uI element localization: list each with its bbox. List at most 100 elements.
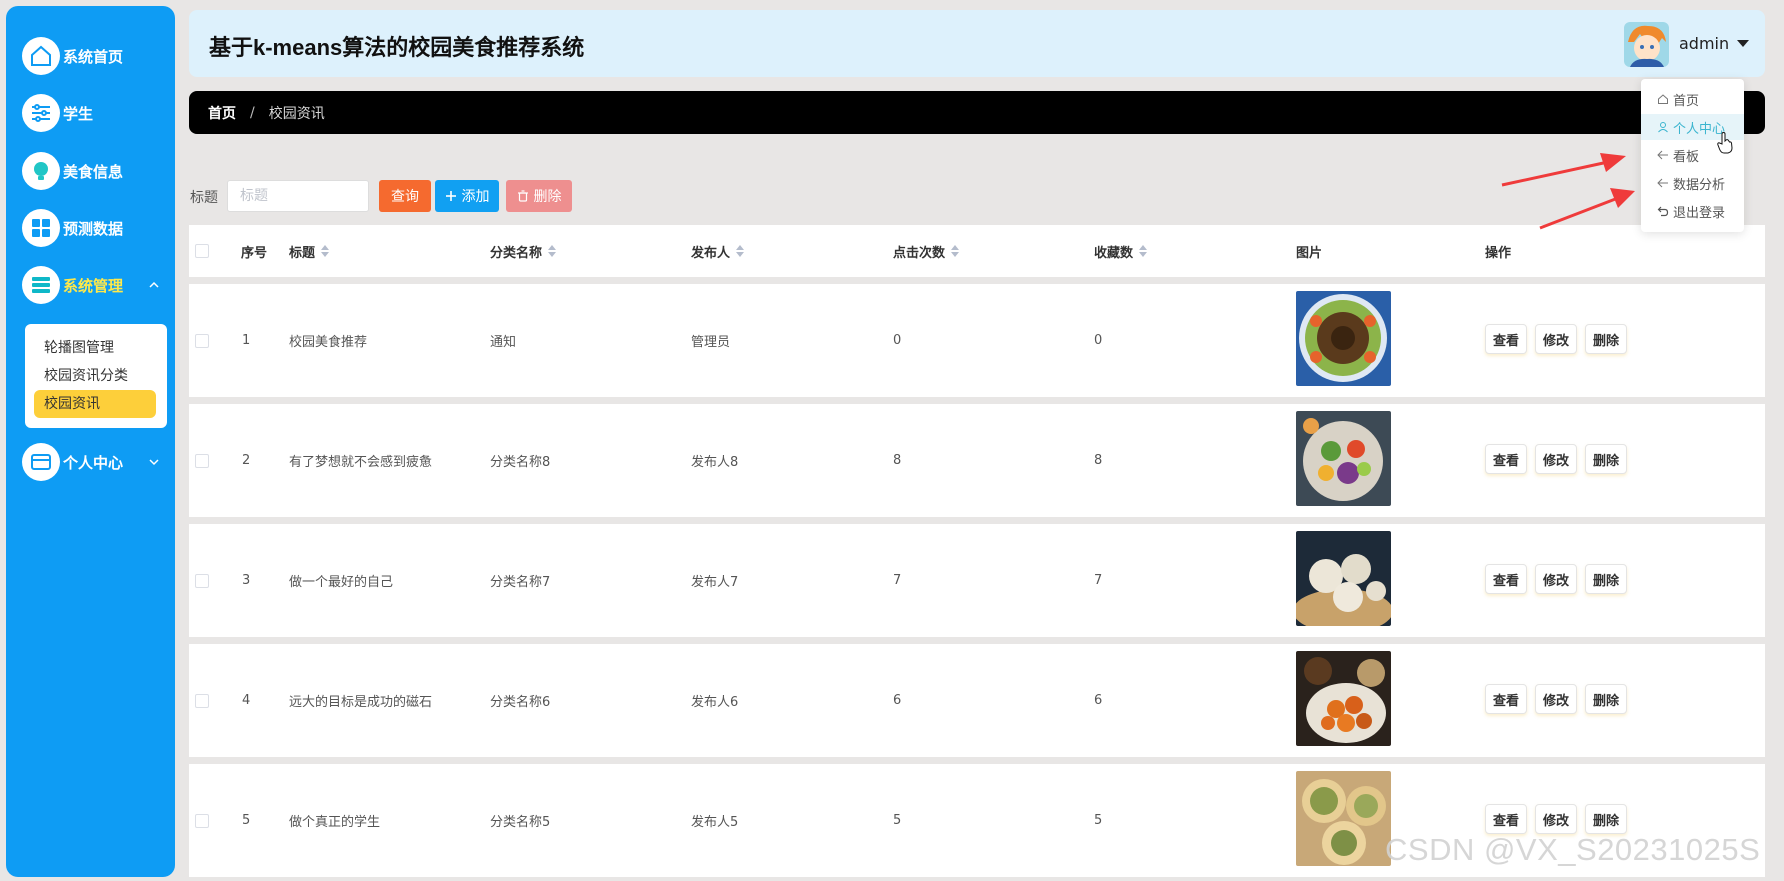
view-button[interactable]: 查看	[1485, 324, 1528, 354]
sort-icon	[736, 245, 745, 257]
column-header-title-sort[interactable]: 标题	[289, 225, 330, 277]
cell-favorites: 8	[1094, 453, 1103, 468]
row-checkbox[interactable]	[195, 573, 209, 588]
hand-cursor-icon	[1717, 132, 1733, 154]
column-header-image: 图片	[1296, 245, 1323, 261]
cell-clicks: 0	[893, 333, 902, 348]
search-input[interactable]	[227, 180, 369, 212]
breadcrumb-separator: /	[250, 104, 255, 121]
table-row: 1 校园美食推荐 通知 管理员 0 0 查看 修改 删除	[189, 284, 1765, 397]
submenu-item-news[interactable]: 校园资讯	[34, 390, 156, 418]
column-header-publisher-sort[interactable]: 发布人	[691, 225, 745, 277]
row-checkbox[interactable]	[195, 693, 209, 708]
column-header-clicks-sort[interactable]: 点击次数	[893, 225, 960, 277]
column-header-favorites-sort[interactable]: 收藏数	[1094, 225, 1148, 277]
sort-icon	[1139, 245, 1148, 257]
delete-button[interactable]: 删除	[1585, 684, 1628, 714]
sidebar-item-home[interactable]: 系统首页	[22, 36, 172, 76]
sidebar-item-label: 系统管理	[63, 276, 124, 295]
delete-button[interactable]: 删除	[1585, 804, 1628, 834]
view-button[interactable]: 查看	[1485, 564, 1528, 594]
batch-delete-button[interactable]: 删除	[506, 180, 572, 212]
sidebar-item-system-management[interactable]: 系统管理	[22, 265, 172, 305]
delete-button[interactable]: 删除	[1585, 564, 1628, 594]
trash-icon	[517, 190, 528, 202]
view-button[interactable]: 查看	[1485, 804, 1528, 834]
column-header-clicks: 点击次数	[893, 245, 946, 261]
edit-button[interactable]: 修改	[1535, 564, 1578, 594]
logout-icon	[1657, 206, 1669, 217]
food-image	[1296, 291, 1391, 386]
username: admin	[1679, 34, 1730, 53]
delete-button-label: 删除	[533, 189, 562, 205]
view-button[interactable]: 查看	[1485, 444, 1528, 474]
view-button[interactable]: 查看	[1485, 684, 1528, 714]
dropdown-item-label: 数据分析	[1673, 177, 1726, 193]
cell-title: 校园美食推荐	[289, 335, 368, 350]
edit-button[interactable]: 修改	[1535, 804, 1578, 834]
sidebar-item-label: 预测数据	[63, 219, 124, 238]
sliders-icon	[22, 94, 60, 132]
dropdown-item-logout[interactable]: 退出登录	[1641, 198, 1744, 224]
sidebar-item-label: 个人中心	[63, 453, 124, 472]
cell-favorites: 0	[1094, 333, 1103, 348]
edit-button[interactable]: 修改	[1535, 684, 1578, 714]
column-header-actions: 操作	[1485, 245, 1512, 261]
sidebar-item-students[interactable]: 学生	[22, 93, 172, 133]
table-row: 3 做一个最好的自己 分类名称7 发布人7 7 7 查看 修改 删除	[189, 524, 1765, 637]
home-icon	[22, 37, 60, 75]
user-icon	[1658, 122, 1668, 133]
dropdown-item-data-analysis[interactable]: 数据分析	[1641, 170, 1744, 196]
cell-favorites: 7	[1094, 573, 1103, 588]
column-header-favorites: 收藏数	[1094, 245, 1134, 261]
cell-category: 通知	[490, 335, 517, 350]
select-all-checkbox[interactable]	[195, 244, 209, 258]
avatar[interactable]	[1624, 22, 1669, 67]
cell-title: 做一个最好的自己	[289, 575, 394, 590]
sidebar-item-profile[interactable]: 个人中心	[22, 442, 172, 482]
bulb-icon	[22, 152, 60, 190]
card-icon	[22, 443, 60, 481]
sidebar-item-label: 美食信息	[63, 162, 124, 181]
sort-icon	[321, 245, 330, 257]
header: 基于k-means算法的校园美食推荐系统 admin	[189, 10, 1765, 77]
submenu-item-carousel[interactable]: 轮播图管理	[34, 334, 156, 362]
cell-publisher: 发布人7	[691, 575, 739, 590]
sidebar-item-food-info[interactable]: 美食信息	[22, 151, 172, 191]
delete-button[interactable]: 删除	[1585, 444, 1628, 474]
delete-button[interactable]: 删除	[1585, 324, 1628, 354]
cell-title: 做个真正的学生	[289, 815, 381, 830]
add-button[interactable]: 添加	[435, 180, 499, 212]
cell-clicks: 8	[893, 453, 902, 468]
dropdown-item-label: 首页	[1673, 93, 1700, 109]
dropdown-item-label: 看板	[1673, 149, 1700, 165]
column-header-publisher: 发布人	[691, 245, 731, 261]
column-header-index: 序号	[241, 245, 268, 261]
row-checkbox[interactable]	[195, 813, 209, 828]
home-icon	[1658, 94, 1668, 104]
breadcrumb: 首页 / 校园资讯	[189, 91, 1765, 134]
dropdown-item-home[interactable]: 首页	[1641, 86, 1744, 112]
arrow-left-icon	[1657, 178, 1668, 188]
row-checkbox[interactable]	[195, 333, 209, 348]
list-icon	[22, 266, 60, 304]
breadcrumb-home[interactable]: 首页	[208, 103, 236, 123]
breadcrumb-current: 校园资讯	[268, 105, 325, 122]
edit-button[interactable]: 修改	[1535, 444, 1578, 474]
cell-index: 1	[242, 333, 251, 348]
sidebar-item-prediction[interactable]: 预测数据	[22, 208, 172, 248]
chevron-down-icon	[149, 459, 159, 466]
user-menu[interactable]: admin	[1679, 34, 1750, 53]
table-header: 序号 标题 分类名称 发布人 点击次数 收藏数 图片 操作	[189, 225, 1765, 277]
table-row: 4 远大的目标是成功的磁石 分类名称6 发布人6 6 6 查看 修改 删除	[189, 644, 1765, 757]
table-row: 2 有了梦想就不会感到疲惫 分类名称8 发布人8 8 8 查看 修改 删除	[189, 404, 1765, 517]
query-button[interactable]: 查询	[379, 180, 431, 212]
sidebar-item-label: 学生	[63, 104, 94, 123]
column-header-category-sort[interactable]: 分类名称	[490, 225, 557, 277]
edit-button[interactable]: 修改	[1535, 324, 1578, 354]
row-checkbox[interactable]	[195, 453, 209, 468]
arrow-left-icon	[1657, 150, 1668, 160]
cell-index: 3	[242, 573, 251, 588]
watermark: CSDN @VX_S20231025S	[1385, 832, 1761, 867]
submenu-item-news-category[interactable]: 校园资讯分类	[34, 362, 156, 390]
